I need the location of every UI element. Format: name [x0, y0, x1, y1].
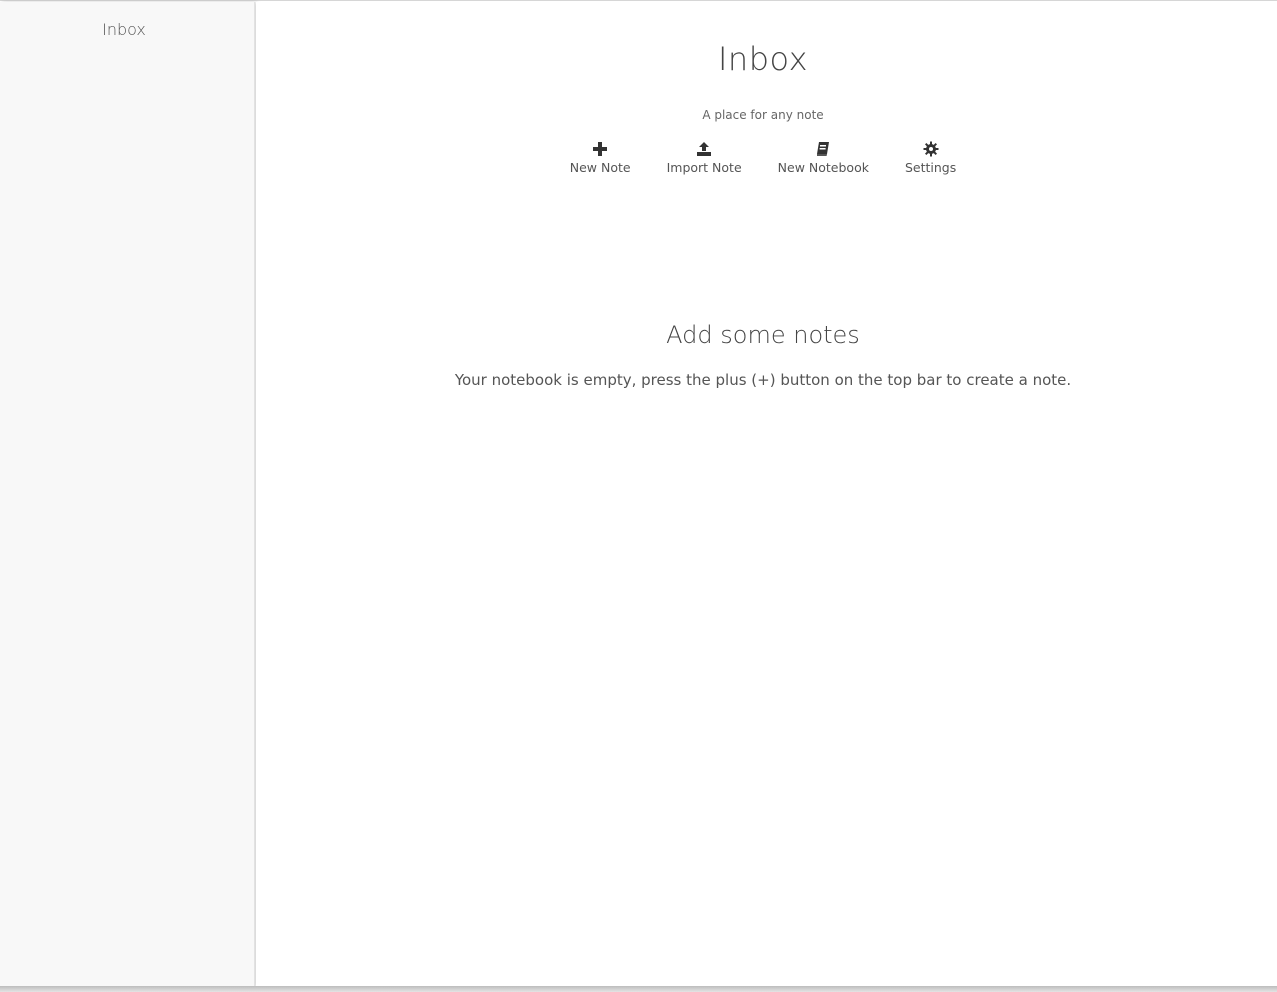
sidebar-item-label: Inbox [102, 20, 146, 39]
import-note-button[interactable]: Import Note [649, 141, 760, 175]
sidebar: Inbox [0, 2, 255, 987]
page-subtitle: A place for any note [702, 108, 824, 122]
gear-icon [923, 141, 939, 157]
upload-icon [697, 142, 712, 156]
import-note-label: Import Note [666, 160, 742, 175]
book-icon [817, 142, 830, 156]
settings-button[interactable]: Settings [887, 141, 974, 175]
new-note-label: New Note [569, 160, 631, 175]
new-note-button[interactable]: New Note [552, 141, 649, 175]
toolbar: New Note Import Note New Notebook Settin… [256, 141, 1270, 175]
empty-state-title: Add some notes [666, 321, 860, 349]
empty-state-description: Your notebook is empty, press the plus (… [454, 371, 1072, 389]
app-window: Inbox Inbox A place for any note New Not… [0, 0, 1277, 988]
settings-label: Settings [904, 160, 957, 175]
page-title: Inbox [717, 40, 809, 78]
sidebar-item-inbox[interactable]: Inbox [0, 16, 248, 44]
new-notebook-label: New Notebook [777, 160, 869, 175]
bottom-edge [0, 986, 1277, 992]
plus-icon [593, 142, 608, 156]
main-content: Inbox A place for any note New Note Impo… [256, 2, 1277, 987]
new-notebook-button[interactable]: New Notebook [760, 141, 887, 175]
